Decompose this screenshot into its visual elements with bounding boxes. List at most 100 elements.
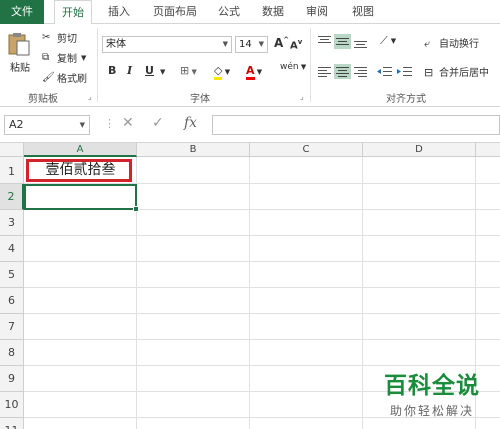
row-header-3[interactable]: 3 — [0, 210, 24, 236]
row-header-11[interactable]: 11 — [0, 418, 24, 429]
format-painter-button[interactable]: 🖌 格式刷 — [42, 70, 87, 86]
cut-button[interactable]: ✂ 剪切 — [42, 30, 77, 46]
copy-label: 复制 — [57, 54, 77, 65]
select-all-corner[interactable] — [0, 143, 24, 157]
gridline — [24, 287, 500, 288]
merge-cells-icon: ⊟ — [424, 65, 434, 79]
paste-label: 粘贴 — [10, 63, 30, 74]
name-box-value: A2 — [9, 118, 24, 131]
text-orientation-icon: ⟋ — [380, 34, 388, 47]
orientation-button[interactable]: ⟋ ▼ — [380, 34, 396, 48]
highlight-box — [26, 159, 132, 182]
wrap-text-button[interactable]: ⤶ 自动换行 — [424, 35, 479, 51]
increase-indent-icon[interactable] — [396, 64, 413, 79]
formula-input[interactable] — [212, 115, 500, 135]
format-painter-label: 格式刷 — [57, 74, 87, 85]
phonetic-button[interactable]: wén ▼ — [280, 62, 306, 72]
gridline — [24, 261, 500, 262]
gridline — [24, 235, 500, 236]
tab-file[interactable]: 文件 — [0, 0, 44, 24]
align-center-icon[interactable] — [334, 64, 351, 79]
merge-center-button[interactable]: ⊟ 合并后居中 — [424, 64, 489, 80]
formula-bar: A2 ▼ ⋮ ✕ ✓ fx — [0, 107, 500, 143]
row-header-2[interactable]: 2 — [0, 184, 24, 210]
row-header-5[interactable]: 5 — [0, 262, 24, 288]
font-size-select[interactable]: 14 ▼ — [235, 36, 268, 53]
formula-bar-grip-icon: ⋮ — [104, 117, 115, 130]
column-header-a[interactable]: A — [24, 143, 137, 157]
grow-font-button[interactable]: A^ — [274, 36, 289, 50]
chevron-down-icon: ▼ — [390, 37, 397, 45]
active-cell-a2[interactable] — [24, 184, 137, 210]
gridline — [249, 157, 250, 429]
copy-button[interactable]: ⧉ 复制 ▼ — [42, 50, 87, 66]
chevron-down-icon: ▼ — [222, 40, 228, 48]
column-header-b[interactable]: B — [137, 143, 250, 157]
font-launcher-icon[interactable]: ⌟ — [300, 92, 304, 101]
gridline — [362, 157, 363, 429]
chevron-down-icon: ▼ — [258, 40, 264, 48]
group-divider — [97, 28, 98, 102]
ribbon-tab-bar: 文件 开始 插入 页面布局 公式 数据 审阅 视图 — [0, 0, 500, 25]
tab-formulas[interactable]: 公式 — [214, 0, 244, 24]
chevron-down-icon: ▼ — [81, 53, 87, 62]
watermark: 百科全说 助你轻松解决 — [370, 366, 494, 419]
row-header-9[interactable]: 9 — [0, 366, 24, 392]
borders-button[interactable]: ⊞ ▼ — [180, 64, 197, 77]
tab-page-layout[interactable]: 页面布局 — [146, 0, 204, 24]
clipboard-group-label: 剪贴板 — [28, 94, 58, 105]
align-right-icon[interactable] — [352, 64, 369, 79]
decrease-indent-icon[interactable] — [376, 64, 393, 79]
watermark-subtitle: 助你轻松解决 — [389, 404, 474, 418]
shrink-font-icon: A — [290, 40, 298, 52]
copy-icon: ⧉ — [42, 51, 50, 63]
ribbon-home: 粘贴 ✂ 剪切 ⧉ 复制 ▼ 🖌 格式刷 剪贴板 ⌟ 宋体 ▼ 14 ▼ A^ … — [0, 24, 500, 107]
column-header-e[interactable] — [476, 143, 500, 157]
chevron-down-icon: ▼ — [79, 121, 85, 129]
font-name-select[interactable]: 宋体 ▼ — [102, 36, 232, 53]
merge-center-label: 合并后居中 — [439, 68, 489, 79]
chevron-down-icon[interactable]: ▼ — [160, 68, 165, 76]
insert-function-icon[interactable]: fx — [184, 115, 197, 131]
enter-icon[interactable]: ✓ — [152, 115, 164, 131]
column-header-c[interactable]: C — [250, 143, 363, 157]
tab-insert[interactable]: 插入 — [104, 0, 134, 24]
paste-icon — [8, 33, 30, 56]
bold-button[interactable]: B — [108, 64, 116, 77]
paintbrush-icon: 🖌 — [42, 71, 55, 83]
align-bottom-icon[interactable] — [352, 34, 369, 49]
row-header-10[interactable]: 10 — [0, 392, 24, 418]
borders-icon: ⊞ — [180, 64, 190, 77]
column-header-d[interactable]: D — [363, 143, 476, 157]
font-size-value: 14 — [239, 39, 252, 50]
row-header-7[interactable]: 7 — [0, 314, 24, 340]
watermark-title: 百科全说 — [384, 373, 480, 399]
clipboard-launcher-icon[interactable]: ⌟ — [88, 92, 92, 101]
shrink-font-button[interactable]: Av — [290, 38, 302, 51]
row-header-8[interactable]: 8 — [0, 340, 24, 366]
font-group-label: 字体 — [190, 94, 210, 105]
row-header-4[interactable]: 4 — [0, 236, 24, 262]
tab-review[interactable]: 审阅 — [302, 0, 332, 24]
group-divider — [310, 28, 311, 102]
wrap-text-label: 自动换行 — [439, 39, 479, 50]
tab-view[interactable]: 视图 — [348, 0, 378, 24]
row-header-6[interactable]: 6 — [0, 288, 24, 314]
align-top-icon[interactable] — [316, 34, 333, 49]
name-box[interactable]: A2 ▼ — [4, 115, 90, 135]
underline-button[interactable]: U — [145, 64, 154, 77]
fill-handle[interactable] — [133, 206, 139, 212]
wrap-text-icon: ⤶ — [424, 36, 431, 50]
phonetic-icon: wén — [280, 62, 299, 72]
font-color-button[interactable]: A ▼ — [246, 64, 262, 80]
row-header-1[interactable]: 1 — [0, 157, 24, 184]
align-middle-icon[interactable] — [334, 34, 351, 49]
cancel-icon[interactable]: ✕ — [122, 115, 134, 131]
tab-home[interactable]: 开始 — [54, 0, 92, 25]
align-left-icon[interactable] — [316, 64, 333, 79]
tab-data[interactable]: 数据 — [258, 0, 288, 24]
scissors-icon: ✂ — [42, 31, 51, 43]
italic-button[interactable]: I — [127, 64, 132, 77]
gridline — [24, 339, 500, 340]
fill-color-button[interactable]: ◇ ▼ — [214, 64, 230, 80]
